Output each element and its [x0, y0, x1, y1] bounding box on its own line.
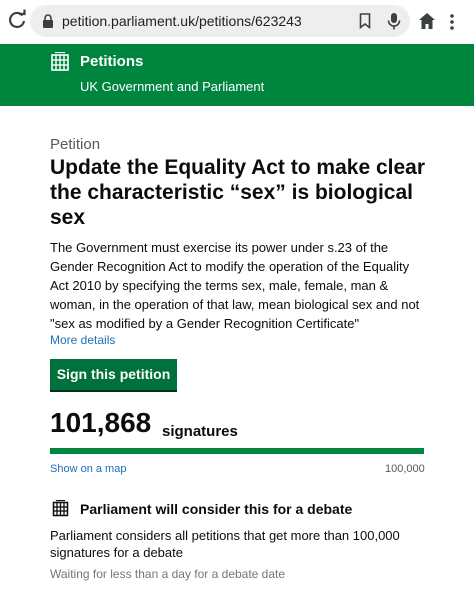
portcullis-icon: [52, 500, 69, 517]
petition-summary: The Government must exercise its power u…: [50, 240, 420, 331]
mic-icon[interactable]: [387, 12, 401, 30]
sign-petition-button[interactable]: Sign this petition: [50, 359, 177, 390]
more-details-link[interactable]: More details: [50, 333, 115, 347]
show-map-link[interactable]: Show on a map: [50, 463, 126, 475]
more-vert-icon[interactable]: [448, 13, 456, 31]
site-title[interactable]: Petitions: [80, 53, 143, 70]
lock-icon[interactable]: [42, 14, 54, 28]
portcullis-icon: [51, 52, 69, 71]
reload-icon[interactable]: [6, 9, 28, 31]
site-subtitle: UK Government and Parliament: [80, 79, 265, 94]
address-bar[interactable]: petition.parliament.uk/petitions/623243: [30, 5, 410, 37]
site-header: [0, 44, 474, 106]
debate-description: Parliament considers all petitions that …: [50, 528, 400, 560]
debate-status: Waiting for less than a day for a debate…: [50, 567, 286, 581]
signature-goal: 100,000: [385, 463, 425, 475]
home-icon[interactable]: [418, 12, 436, 30]
browser-toolbar: petition.parliament.uk/petitions/623243: [0, 0, 474, 44]
petition-title: Update the Equality Act to make clear th…: [50, 156, 425, 229]
bookmark-icon[interactable]: [359, 13, 371, 29]
signature-progress-fill: [50, 448, 424, 454]
signature-progress-bar: [50, 448, 424, 454]
signature-label: signatures: [162, 423, 238, 440]
signature-count: 101,868: [50, 407, 152, 438]
petition-caption: Petition: [50, 136, 101, 153]
debate-heading: Parliament will consider this for a deba…: [80, 501, 353, 517]
url-text[interactable]: petition.parliament.uk/petitions/623243: [62, 13, 302, 29]
